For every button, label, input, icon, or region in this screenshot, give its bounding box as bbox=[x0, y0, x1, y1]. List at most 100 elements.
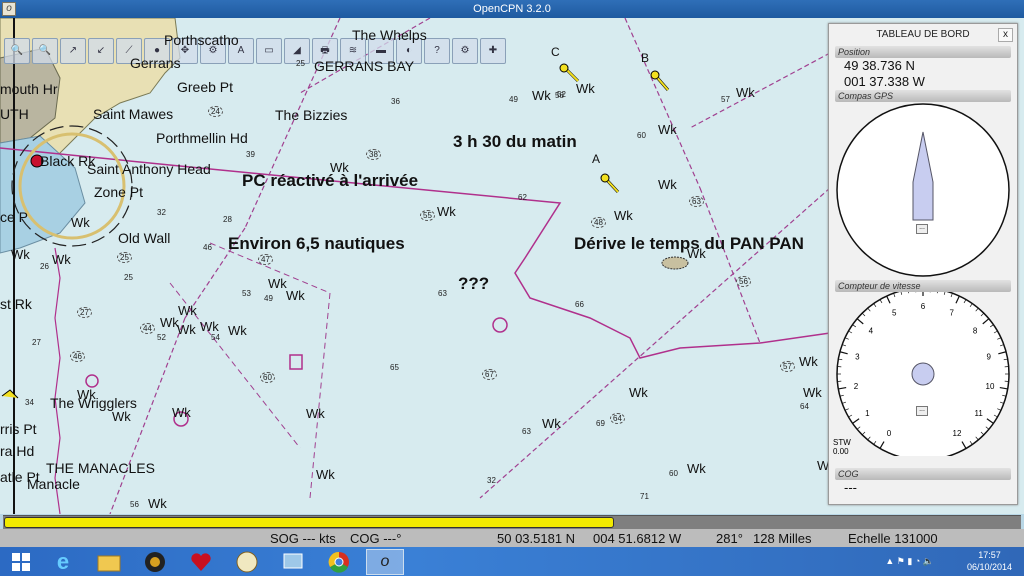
taskbar-app-3[interactable] bbox=[228, 549, 266, 575]
depth-sounding: 44 bbox=[140, 323, 155, 334]
help-button[interactable]: ? bbox=[424, 38, 450, 64]
cog-header: COG bbox=[835, 468, 1011, 480]
wreck-label: Wk bbox=[268, 276, 287, 291]
depth-sounding: 65 bbox=[390, 363, 399, 372]
system-tray-icons[interactable]: ▲ ⚑ ▮ ◔ 🔈 bbox=[885, 556, 934, 567]
place-label: Porthscatho bbox=[164, 32, 239, 48]
plugins-icon: ⚙ bbox=[460, 45, 470, 56]
wreck-label: Wk bbox=[687, 246, 706, 261]
status-scale: Echelle 131000 bbox=[848, 531, 938, 546]
taskbar-internet-explorer[interactable]: e bbox=[44, 549, 82, 575]
system-clock[interactable]: 17:57 06/10/2014 bbox=[967, 549, 1012, 573]
place-label: Saint Anthony Head bbox=[87, 161, 211, 177]
depth-sounding: 25 bbox=[117, 252, 132, 263]
depth-sounding: 26 bbox=[40, 262, 49, 271]
wreck-label: Wk bbox=[71, 215, 90, 230]
depth-sounding: 69 bbox=[596, 419, 605, 428]
speed-tick-label: 3 bbox=[855, 352, 860, 361]
nautical-chart[interactable]: 🔍 🔍 ↗ ↙ ⟋ ● ✥ ⚙ A ▭ ◢ 🖶 ≋ ▬ ◐ ? ⚙ ✚ Port… bbox=[0, 18, 1024, 514]
depth-sounding: 58 bbox=[555, 91, 564, 100]
taskbar-app-1[interactable] bbox=[136, 549, 174, 575]
depth-sounding: 47 bbox=[258, 254, 273, 265]
depth-sounding: 63 bbox=[522, 427, 531, 436]
place-label: The Whelps bbox=[352, 27, 427, 43]
buoy-c-label: C bbox=[551, 45, 560, 59]
place-label: Saint Mawes bbox=[93, 106, 174, 122]
scale-in-button[interactable]: ↗ bbox=[60, 38, 86, 64]
place-label: ra Hd bbox=[0, 443, 35, 459]
zoom-out-icon: 🔍 bbox=[38, 45, 52, 56]
status-distance: 128 Milles bbox=[753, 531, 812, 546]
zoom-out-button[interactable]: 🔍 bbox=[32, 38, 58, 64]
opencpn-app-icon[interactable]: o bbox=[2, 2, 16, 16]
speedometer-header: Compteur de vitesse bbox=[835, 280, 1011, 292]
depth-sounding: 46 bbox=[70, 351, 85, 362]
depth-sounding: 60 bbox=[260, 372, 275, 383]
compass-options-button[interactable]: ... bbox=[916, 224, 928, 234]
compass-header: Compas GPS bbox=[835, 90, 1011, 102]
speed-tick-label: 12 bbox=[953, 429, 962, 438]
wreck-label: Wk bbox=[172, 405, 191, 420]
depth-sounding: 66 bbox=[575, 300, 584, 309]
scale-out-button[interactable]: ↙ bbox=[88, 38, 114, 64]
wreck-label: Wk bbox=[160, 315, 179, 330]
route-progress-bar bbox=[3, 515, 1021, 529]
wreck-label: Wk bbox=[178, 303, 197, 318]
dashboard-close-button[interactable]: x bbox=[998, 28, 1013, 42]
place-label: UTH bbox=[0, 106, 29, 122]
depth-sounding: 24 bbox=[208, 106, 223, 117]
status-bar: SOG --- kts COG ---° 50 03.5181 N 004 51… bbox=[0, 529, 1024, 547]
opencpn-taskbar-icon: o bbox=[380, 553, 390, 570]
place-label: mouth Hr bbox=[0, 81, 58, 97]
depth-sounding: 64 bbox=[800, 402, 809, 411]
stw-readout: STW 0.00 bbox=[833, 438, 851, 456]
compass-gauge: ... bbox=[829, 102, 1017, 280]
position-longitude: 001 37.338 W bbox=[844, 74, 925, 89]
taskbar-chrome[interactable] bbox=[320, 549, 358, 575]
wreck-label: Wk bbox=[200, 319, 219, 334]
help-icon: ? bbox=[434, 45, 440, 56]
chrome-icon bbox=[328, 551, 349, 573]
depth-sounding: 57 bbox=[780, 361, 795, 372]
wreck-label: Wk bbox=[687, 461, 706, 476]
mob-button[interactable]: ✚ bbox=[480, 38, 506, 64]
caution-symbol bbox=[492, 317, 508, 333]
taskbar-app-4[interactable] bbox=[274, 549, 312, 575]
zoom-in-button[interactable]: 🔍 bbox=[4, 38, 30, 64]
place-label: The Bizzies bbox=[275, 107, 348, 123]
network-icon bbox=[283, 553, 303, 569]
start-button[interactable] bbox=[2, 549, 40, 575]
depth-sounding: 25 bbox=[296, 59, 305, 68]
depth-sounding: 28 bbox=[223, 215, 232, 224]
info-symbol bbox=[289, 354, 303, 370]
wreck-label: Wk bbox=[112, 409, 131, 424]
wreck-label: Wk bbox=[803, 385, 822, 400]
cog-value: --- bbox=[844, 480, 857, 495]
taskbar-file-explorer[interactable] bbox=[90, 549, 128, 575]
dashboard-title-bar: TABLEAU DE BORD x bbox=[829, 24, 1017, 46]
buoy-c-symbol bbox=[559, 63, 580, 83]
speed-tick-label: 6 bbox=[921, 302, 926, 311]
plugins-button[interactable]: ⚙ bbox=[452, 38, 478, 64]
compass-dial bbox=[836, 103, 1010, 277]
taskbar-opencpn[interactable]: o bbox=[366, 549, 404, 575]
stw-value: 0.00 bbox=[833, 447, 849, 456]
buoy-a-symbol bbox=[600, 173, 620, 194]
speedometer-options-button[interactable]: ... bbox=[916, 406, 928, 416]
speedometer-gauge: 0 1 2 3 4 5 6 7 8 9 10 11 12 ... STW 0.00 bbox=[829, 292, 1017, 456]
depth-sounding: 34 bbox=[25, 398, 34, 407]
speed-tick-label: 2 bbox=[854, 382, 859, 391]
current-button[interactable]: ▭ bbox=[256, 38, 282, 64]
taskbar-app-2[interactable] bbox=[182, 549, 220, 575]
scale-in-icon: ↗ bbox=[68, 45, 78, 56]
dashboard-panel[interactable]: TABLEAU DE BORD x Position 49 38.736 N 0… bbox=[828, 23, 1018, 505]
window-title-bar: o OpenCPN 3.2.0 bbox=[0, 0, 1024, 18]
wreck-label: Wk bbox=[532, 88, 551, 103]
depth-sounding: 67 bbox=[482, 369, 497, 380]
depth-sounding: 36 bbox=[391, 97, 400, 106]
folder-icon bbox=[97, 555, 121, 572]
position-latitude: 49 38.736 N bbox=[844, 58, 915, 73]
seal-icon bbox=[236, 551, 258, 573]
annotation-question: ??? bbox=[458, 274, 490, 293]
depth-sounding: 32 bbox=[487, 476, 496, 485]
